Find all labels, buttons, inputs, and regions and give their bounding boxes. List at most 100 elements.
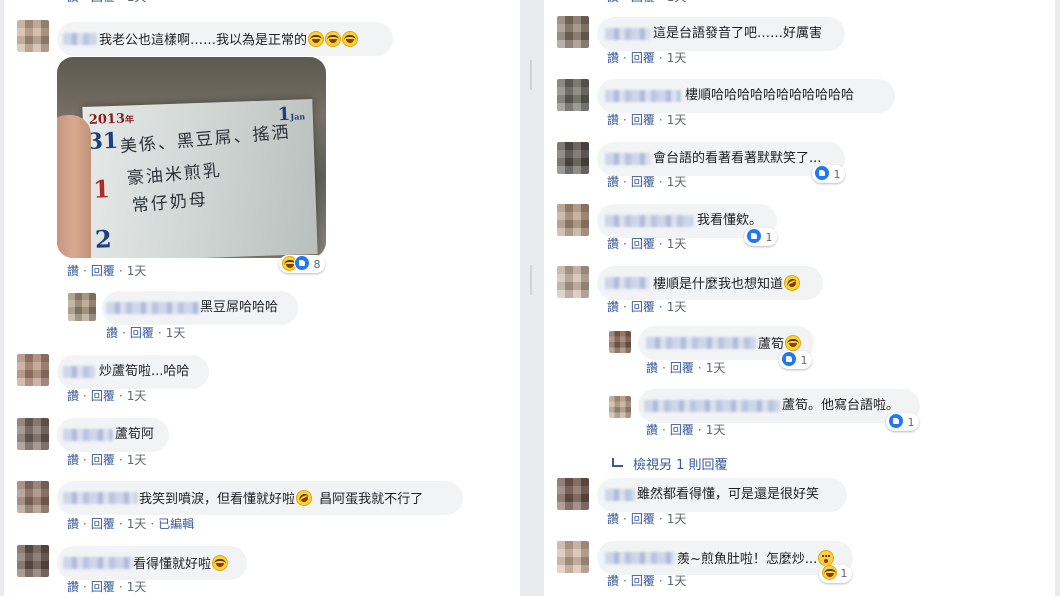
timestamp[interactable]: 1天	[166, 326, 186, 341]
avatar[interactable]	[557, 541, 589, 573]
avatar[interactable]	[609, 396, 631, 418]
tears-of-joy-emoji-icon	[212, 555, 229, 571]
like-link[interactable]: 讚	[67, 389, 79, 404]
view-more-replies-link[interactable]: 檢視另 1 則回覆	[612, 454, 728, 473]
avatar[interactable]	[17, 481, 49, 513]
avatar[interactable]	[557, 79, 589, 111]
like-link[interactable]: 讚	[646, 423, 658, 438]
reply-link[interactable]: 回覆	[91, 264, 115, 279]
reply-link[interactable]: 回覆	[631, 574, 655, 589]
hand-holding-calendar	[57, 115, 91, 258]
commenter-name[interactable]	[63, 557, 133, 569]
reaction-count[interactable]: 8	[279, 255, 325, 273]
reaction-count[interactable]: 1	[744, 228, 777, 246]
like-link[interactable]: 讚	[67, 0, 79, 5]
avatar[interactable]	[17, 545, 49, 577]
timestamp[interactable]: 1天	[667, 113, 687, 128]
reaction-count[interactable]: 1	[819, 565, 852, 583]
like-link[interactable]: 讚	[607, 512, 619, 527]
reply-link[interactable]: 回覆	[631, 237, 655, 252]
comment-actions: 讚 · 回覆 · 1天	[607, 574, 686, 589]
like-link[interactable]: 讚	[607, 0, 619, 5]
like-link[interactable]: 讚	[67, 580, 79, 595]
reply-link[interactable]: 回覆	[631, 0, 655, 5]
like-link[interactable]: 讚	[67, 453, 79, 468]
reply-link[interactable]: 回覆	[631, 113, 655, 128]
avatar[interactable]	[68, 293, 96, 321]
avatar[interactable]	[557, 266, 589, 298]
reply-link[interactable]: 回覆	[91, 517, 115, 532]
commenter-name[interactable]	[605, 153, 651, 165]
timestamp[interactable]: 1天	[127, 264, 147, 279]
reaction-count[interactable]: 1	[886, 413, 919, 431]
like-link[interactable]: 讚	[67, 264, 79, 279]
comment-text-content: 樓順哈哈哈哈哈哈哈哈哈哈哈	[685, 88, 855, 103]
commenter-name[interactable]	[605, 489, 635, 501]
reply-link[interactable]: 回覆	[631, 300, 655, 315]
timestamp[interactable]: 1天	[127, 0, 147, 5]
commenter-name[interactable]	[63, 429, 113, 441]
timestamp[interactable]: 1天	[667, 0, 687, 5]
dot-separator: ·	[623, 512, 627, 526]
edited-link[interactable]: 已編輯	[158, 517, 194, 532]
reply-link[interactable]: 回覆	[91, 580, 115, 595]
timestamp[interactable]: 1天	[667, 175, 687, 190]
avatar[interactable]	[17, 20, 49, 52]
avatar[interactable]	[557, 142, 589, 174]
commenter-name[interactable]	[63, 366, 95, 378]
commenter-name[interactable]	[63, 33, 97, 45]
commenter-name[interactable]	[646, 337, 756, 349]
timestamp[interactable]: 1天	[706, 423, 726, 438]
dot-separator: ·	[83, 389, 87, 403]
timestamp[interactable]: 1天	[667, 574, 687, 589]
timestamp[interactable]: 1天	[127, 389, 147, 404]
avatar[interactable]	[557, 16, 589, 48]
like-link[interactable]: 讚	[607, 574, 619, 589]
like-reaction-icon	[746, 228, 762, 244]
reply-link[interactable]: 回覆	[91, 453, 115, 468]
commenter-name[interactable]	[605, 215, 693, 227]
like-link[interactable]: 讚	[106, 326, 118, 341]
comment-photo[interactable]: 2013年 1Jan 31 1 2 美係、黑豆屌、搖洒 豪油米煎乳 常仔奶母	[57, 57, 326, 258]
timestamp[interactable]: 1天	[667, 51, 687, 66]
like-link[interactable]: 讚	[67, 517, 79, 532]
reply-link[interactable]: 回覆	[130, 326, 154, 341]
like-link[interactable]: 讚	[607, 113, 619, 128]
like-link[interactable]: 讚	[607, 51, 619, 66]
timestamp[interactable]: 1天	[667, 237, 687, 252]
commenter-name[interactable]	[605, 277, 649, 289]
reply-link[interactable]: 回覆	[91, 389, 115, 404]
like-link[interactable]: 讚	[607, 300, 619, 315]
commenter-name[interactable]	[644, 400, 780, 412]
timestamp[interactable]: 1天	[127, 453, 147, 468]
avatar[interactable]	[17, 354, 49, 386]
timestamp[interactable]: 1天	[706, 361, 726, 376]
reply-link[interactable]: 回覆	[631, 175, 655, 190]
like-link[interactable]: 讚	[607, 237, 619, 252]
comment-text: 黑豆屌哈哈哈	[200, 300, 278, 316]
avatar[interactable]	[609, 331, 631, 353]
reply-link[interactable]: 回覆	[91, 0, 115, 5]
commenter-name[interactable]	[605, 90, 681, 102]
like-reaction-icon	[781, 351, 797, 367]
avatar[interactable]	[557, 478, 589, 510]
timestamp[interactable]: 1天	[127, 580, 147, 595]
commenter-name[interactable]	[605, 28, 651, 40]
reply-link[interactable]: 回覆	[670, 423, 694, 438]
timestamp[interactable]: 1天	[127, 517, 147, 532]
like-link[interactable]: 讚	[646, 361, 658, 376]
clipped-comment-actions: 讚·回覆·1天	[607, 0, 686, 5]
reaction-count[interactable]: 1	[812, 165, 845, 183]
commenter-name[interactable]	[106, 302, 200, 314]
avatar[interactable]	[17, 418, 49, 450]
like-link[interactable]: 讚	[607, 175, 619, 190]
timestamp[interactable]: 1天	[667, 512, 687, 527]
reply-link[interactable]: 回覆	[670, 361, 694, 376]
reply-link[interactable]: 回覆	[631, 512, 655, 527]
commenter-name[interactable]	[63, 492, 137, 504]
avatar[interactable]	[557, 204, 589, 236]
timestamp[interactable]: 1天	[667, 300, 687, 315]
commenter-name[interactable]	[605, 552, 675, 564]
reply-link[interactable]: 回覆	[631, 51, 655, 66]
reaction-count[interactable]: 1	[779, 351, 812, 369]
